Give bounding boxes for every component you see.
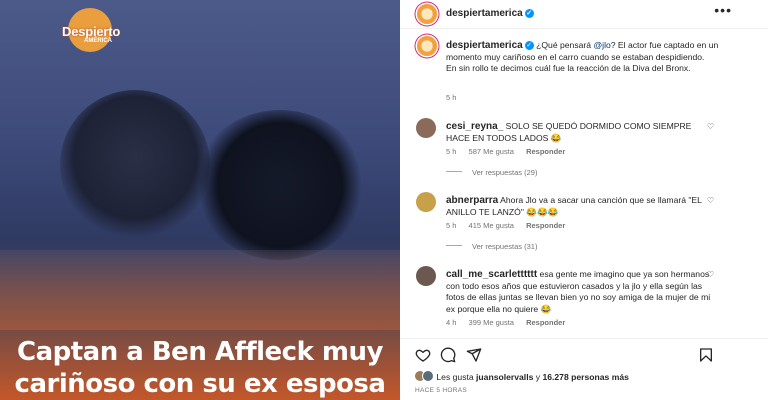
replies-divider <box>446 171 462 172</box>
action-bar <box>400 338 768 369</box>
commenter-username[interactable]: abnerparra <box>446 195 498 206</box>
heart-icon[interactable] <box>415 347 431 363</box>
headline-line-1: Captan a Ben Affleck muy <box>17 337 383 367</box>
more-icon[interactable]: ••• <box>714 2 732 18</box>
caption-mention[interactable]: @jlo <box>593 40 610 50</box>
likes-summary: Les gusta juansolervalls y 16.278 person… <box>414 370 629 382</box>
post-image[interactable]: Despierto AMÉRICA Captan a Ben Affleck m… <box>0 0 400 400</box>
comment-meta: 5 h 415 Me gusta Responder <box>446 221 575 230</box>
caption-body-1: ¿Qué pensará <box>536 40 594 50</box>
view-replies-label[interactable]: Ver respuestas (29) <box>472 168 537 177</box>
comment-time[interactable]: 5 h <box>446 147 456 156</box>
post-timestamp[interactable]: HACE 5 HORAS <box>415 387 467 394</box>
commenter-avatar[interactable] <box>416 118 436 138</box>
comment-text: cesi_reyna_ SOLO SE QUEDÓ DORMIDO COMO S… <box>446 121 716 144</box>
car-dashboard <box>0 250 400 330</box>
commenter-avatar[interactable] <box>416 192 436 212</box>
liker-username[interactable]: juansolervalls <box>476 372 533 382</box>
likes-prefix: Les gusta <box>436 372 477 382</box>
caption-time[interactable]: 5 h <box>446 93 456 102</box>
verified-icon: ✓ <box>524 41 534 50</box>
comment-text: call_me_scarletttttt esa gente me imagin… <box>446 269 716 315</box>
liker-avatar <box>422 370 434 382</box>
comment-likes[interactable]: 415 Me gusta <box>469 221 514 230</box>
account-avatar[interactable] <box>417 4 437 24</box>
caption-username[interactable]: despiertamerica <box>446 40 523 51</box>
reply-button[interactable]: Responder <box>526 221 565 230</box>
logo-text: Despierto <box>62 24 121 39</box>
logo-sub: AMÉRICA <box>84 38 112 44</box>
headline-line-2: cariñoso con su ex esposa <box>14 369 386 399</box>
heart-icon[interactable]: ♡ <box>707 196 714 205</box>
brand-logo: Despierto AMÉRICA <box>62 8 124 52</box>
comment-meta: 5 h 587 Me gusta Responder <box>446 147 575 156</box>
account-username-row[interactable]: despiertamerica ✓ <box>446 8 534 19</box>
heart-icon[interactable]: ♡ <box>707 122 714 131</box>
comment-time[interactable]: 5 h <box>446 221 456 230</box>
share-icon[interactable] <box>466 347 482 363</box>
view-replies[interactable]: Ver respuestas (31) <box>446 242 537 251</box>
caption-avatar[interactable] <box>417 36 437 56</box>
view-replies[interactable]: Ver respuestas (29) <box>446 168 537 177</box>
comment-likes[interactable]: 587 Me gusta <box>469 147 514 156</box>
replies-divider <box>446 245 462 246</box>
reply-button[interactable]: Responder <box>526 147 565 156</box>
person-right <box>195 110 365 260</box>
reply-button[interactable]: Responder <box>526 318 565 327</box>
comment-time[interactable]: 4 h <box>446 318 456 327</box>
comment-icon[interactable] <box>440 347 456 363</box>
likes-count[interactable]: 16.278 personas más <box>542 372 628 382</box>
commenter-avatar[interactable] <box>416 266 436 286</box>
caption-text: despiertamerica ✓ ¿Qué pensará @jlo? El a… <box>446 40 751 75</box>
post-header: despiertamerica ✓ ••• <box>400 0 768 29</box>
caption-body-3: En sin rollo te decimos cuál fue la reac… <box>446 63 691 73</box>
image-headline: Captan a Ben Affleck muy cariñoso con su… <box>0 336 400 400</box>
bookmark-icon[interactable] <box>698 347 714 363</box>
account-username[interactable]: despiertamerica <box>446 8 523 19</box>
view-replies-label[interactable]: Ver respuestas (31) <box>472 242 537 251</box>
commenter-username[interactable]: call_me_scarletttttt <box>446 269 537 280</box>
commenter-username[interactable]: cesi_reyna_ <box>446 121 503 132</box>
verified-icon: ✓ <box>524 9 534 18</box>
comment-likes[interactable]: 399 Me gusta <box>469 318 514 327</box>
heart-icon[interactable]: ♡ <box>707 270 714 279</box>
comment-text: abnerparra Ahora Jlo va a sacar una canc… <box>446 195 716 218</box>
post-panel: despiertamerica ✓ ••• despiertamerica ✓ ¿Q… <box>400 0 768 400</box>
comment-meta: 4 h 399 Me gusta Responder <box>446 318 575 327</box>
person-left <box>60 90 210 240</box>
